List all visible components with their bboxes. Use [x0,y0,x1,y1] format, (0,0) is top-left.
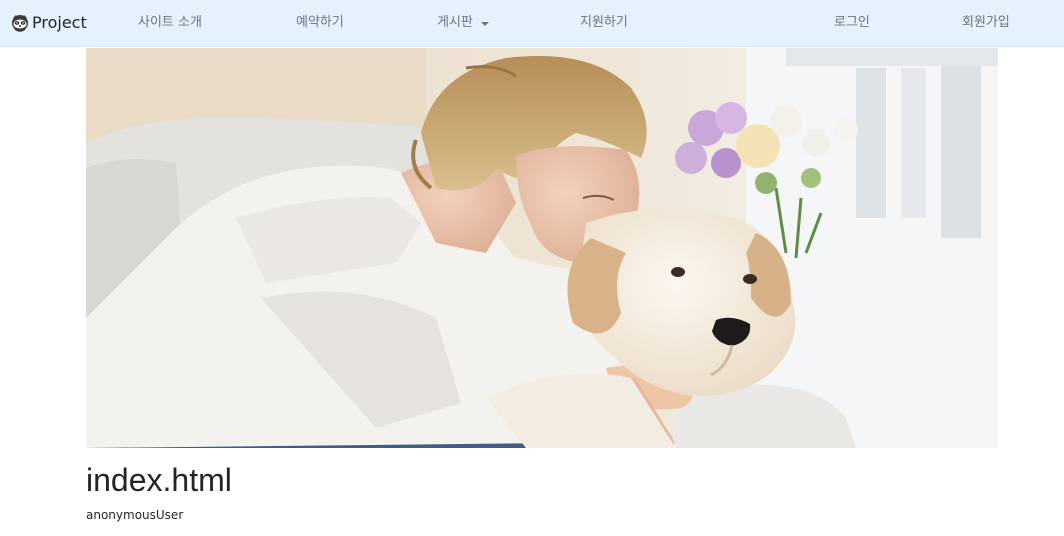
hero-photo [86,48,998,448]
raccoon-icon [10,13,30,33]
page-title: index.html [86,462,232,498]
brand-label: Project [32,13,87,32]
nav-board-label: 게시판 [437,15,473,30]
nav-support[interactable]: 지원하기 [580,14,628,32]
nav-board-dropdown[interactable]: 게시판 [437,14,489,32]
nav-reservation[interactable]: 예약하기 [296,14,344,32]
nav-signup[interactable]: 회원가입 [962,14,1010,32]
caret-down-icon [480,21,489,26]
brand-link[interactable]: Project [10,12,87,34]
woman-kissing-dog-photo [86,48,998,448]
nav-about[interactable]: 사이트 소개 [138,14,202,32]
current-user: anonymousUser [86,508,184,522]
nav-login[interactable]: 로그인 [834,14,870,32]
top-navbar: Project 사이트 소개 예약하기 게시판 지원하기 로그인 회원가입 [0,0,1064,47]
